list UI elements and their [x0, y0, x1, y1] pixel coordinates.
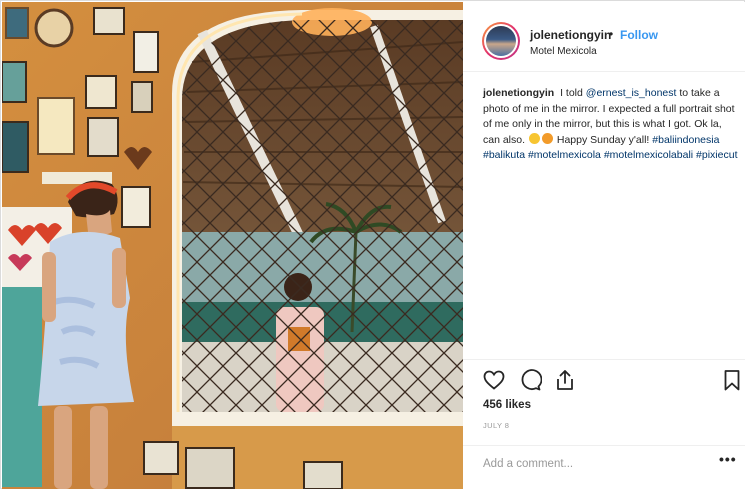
comment-bubble-icon[interactable] — [518, 368, 543, 392]
follow-button[interactable]: Follow — [620, 28, 658, 42]
hashtag-link[interactable]: #baliindonesia — [652, 134, 719, 146]
hashtag-link[interactable]: #balikuta — [483, 149, 525, 161]
action-bar — [463, 364, 745, 394]
mention-link[interactable]: @ernest_is_honest — [586, 87, 677, 99]
tongue-emoji-icon — [541, 132, 553, 144]
caption-username[interactable]: jolenetiongyin — [483, 87, 554, 99]
comment-input[interactable] — [483, 454, 683, 474]
post-header: jolenetiongyin • Follow Motel Mexicola — [463, 2, 745, 72]
location-link[interactable]: Motel Mexicola — [530, 46, 597, 57]
avatar[interactable] — [482, 22, 520, 60]
hashtag-link[interactable]: #pixiecut — [696, 149, 737, 161]
post-photo[interactable] — [2, 2, 463, 489]
bookmark-icon[interactable] — [720, 368, 744, 392]
caption-text-3: Happy Sunday y'all! — [556, 133, 650, 146]
more-options-button[interactable]: ••• — [719, 451, 737, 467]
heart-icon[interactable] — [482, 368, 506, 392]
hashtag-link[interactable]: #motelmexicola — [528, 149, 601, 161]
separator-dot: • — [609, 27, 614, 41]
divider — [463, 359, 745, 360]
divider — [463, 445, 745, 446]
likes-count[interactable]: 456 likes — [483, 399, 531, 411]
username-link[interactable]: jolenetiongyin — [530, 28, 611, 42]
grinning-emoji-icon — [528, 132, 540, 144]
post-caption: jolenetiongyin I told @ernest_is_honest … — [483, 86, 741, 164]
post-date[interactable]: JULY 8 — [483, 421, 509, 430]
photo-illustration — [2, 2, 463, 489]
hashtag-link[interactable]: #motelmexicolabali — [604, 149, 693, 161]
avatar-image — [486, 26, 516, 56]
mirror — [172, 8, 463, 489]
post-container: jolenetiongyin • Follow Motel Mexicola j… — [0, 0, 745, 489]
post-details-panel: jolenetiongyin • Follow Motel Mexicola j… — [463, 2, 745, 489]
caption-text-1: I told — [560, 87, 583, 99]
avatar-ring — [484, 24, 518, 58]
share-icon[interactable] — [553, 368, 577, 392]
